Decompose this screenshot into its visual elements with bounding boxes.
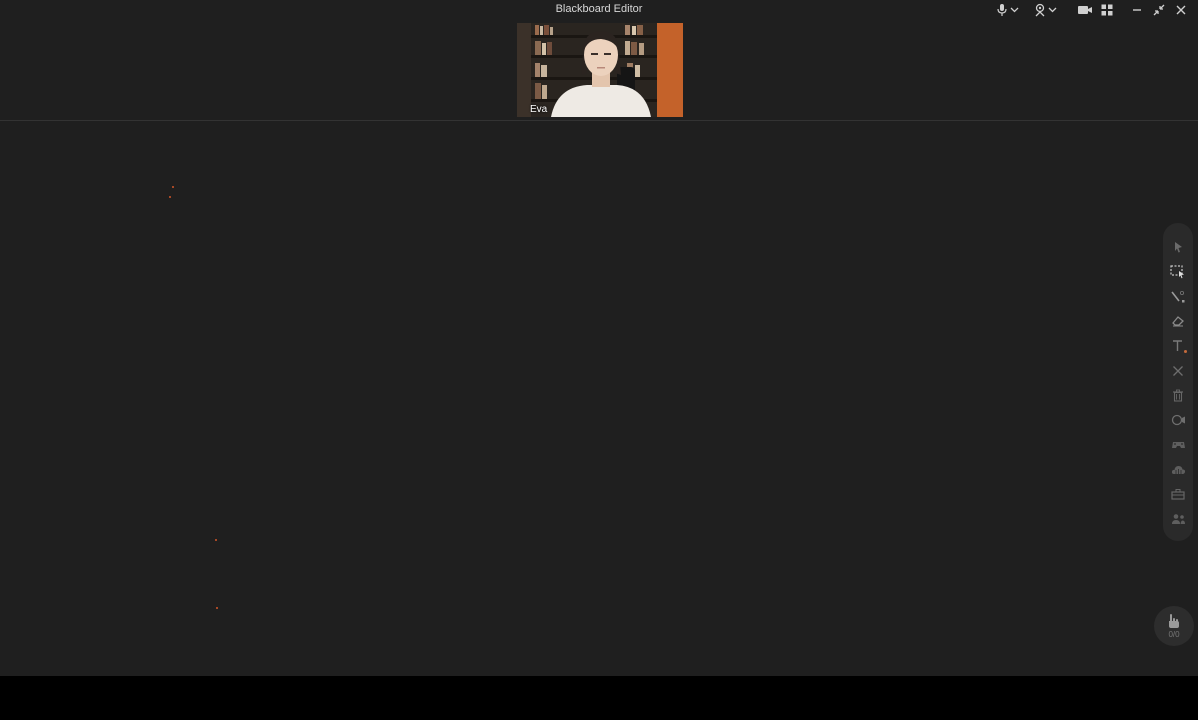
restore-button[interactable] (1148, 2, 1170, 18)
toolbox-tool[interactable] (1163, 482, 1193, 507)
video-record-icon (1171, 415, 1185, 426)
cloud-tool[interactable] (1163, 457, 1193, 482)
responder-tool[interactable] (1163, 433, 1193, 458)
microphone-dropdown[interactable] (990, 2, 1028, 18)
microphone-icon (997, 4, 1019, 16)
raise-hand-icon (1169, 614, 1179, 628)
minimize-icon (1133, 9, 1141, 11)
speaker-icon (1035, 3, 1057, 17)
cursor-icon (1175, 242, 1182, 253)
grid-layout-icon (1101, 4, 1113, 16)
area-select-tool[interactable] (1163, 260, 1193, 285)
tool-palette (1163, 223, 1193, 541)
shrink-icon (1153, 4, 1165, 16)
window-controls (990, 2, 1192, 18)
cloud-icon (1171, 466, 1185, 475)
canvas-stroke-dot (169, 196, 171, 198)
participant-video (517, 23, 683, 117)
game-controller-icon (1171, 442, 1185, 449)
canvas-stroke-dot (216, 607, 218, 609)
marquee-select-icon (1170, 265, 1184, 279)
text-tool[interactable] (1163, 334, 1193, 359)
eraser-icon (1172, 316, 1184, 327)
delete-tool[interactable] (1163, 383, 1193, 408)
pen-tool[interactable] (1163, 284, 1193, 309)
canvas-stroke-dot (172, 186, 174, 188)
toolbox-icon (1171, 489, 1185, 500)
participant-video-tile[interactable]: Eva (517, 23, 683, 117)
clear-tool[interactable] (1163, 358, 1193, 383)
layout-button[interactable] (1096, 2, 1118, 18)
trash-icon (1173, 389, 1183, 402)
text-color-indicator (1184, 350, 1187, 354)
camera-button[interactable] (1074, 2, 1096, 18)
x-icon (1173, 365, 1183, 376)
minimize-button[interactable] (1126, 2, 1148, 18)
record-tool[interactable] (1163, 408, 1193, 433)
video-strip: Eva (0, 20, 1198, 121)
eraser-tool[interactable] (1163, 309, 1193, 334)
canvas-stroke-dot (215, 539, 217, 541)
raise-hand-button[interactable]: 0/0 (1154, 606, 1194, 646)
participant-name: Eva (530, 104, 548, 115)
text-icon (1173, 340, 1182, 352)
pen-icon (1171, 290, 1185, 303)
app-window: Blackboard Editor Eva 0/0 (0, 0, 1198, 676)
raise-hand-count: 0/0 (1168, 630, 1180, 639)
title-bar: Blackboard Editor (0, 0, 1198, 20)
bottom-bar (0, 676, 1198, 720)
camera-icon (1078, 6, 1092, 14)
close-icon (1176, 5, 1186, 15)
users-tool[interactable] (1163, 507, 1193, 532)
speaker-dropdown[interactable] (1028, 2, 1066, 18)
users-icon (1171, 514, 1185, 524)
close-button[interactable] (1170, 2, 1192, 18)
select-tool[interactable] (1163, 235, 1193, 260)
blackboard-canvas[interactable] (0, 122, 1198, 676)
